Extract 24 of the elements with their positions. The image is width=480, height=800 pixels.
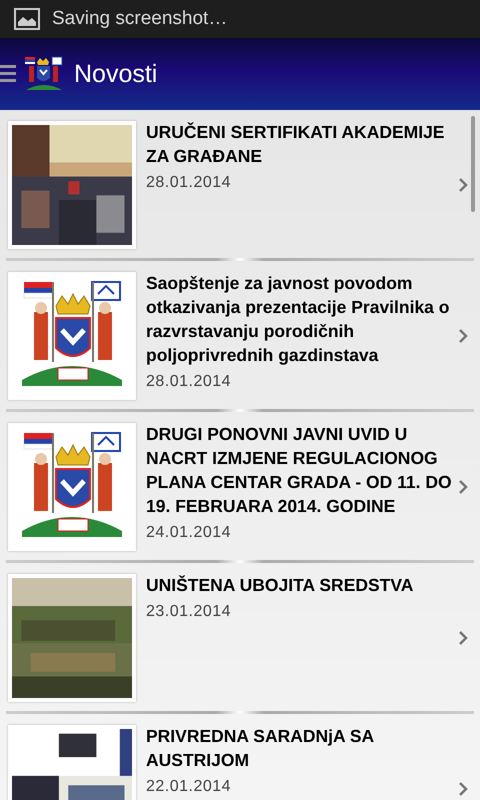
chevron-right-icon: [458, 328, 468, 344]
news-title: Saopštenje za javnost povodom otkazivanja prezentacije Pravilnika o razvrstavanju porodičnih poljoprivrednih gazdinstava: [146, 272, 450, 367]
news-item[interactable]: DRUGI PONOVNI JAVNI UVID U NACRT IZMJENE REGULACIONOG PLANA CENTAR GRADA - OD 11. DO 19. FEBRUARA 2014. GODINE 24.01.2014: [0, 412, 480, 560]
news-date: 28.01.2014: [146, 373, 232, 391]
status-notification: Saving screenshot…: [52, 8, 228, 30]
image-icon: [14, 8, 40, 30]
news-title: URUČENI SERTIFIKATI AKADEMIJE ZA GRAĐANE: [146, 121, 446, 168]
chevron-right-icon: [458, 479, 468, 495]
chevron-right-icon: [458, 781, 468, 797]
screen-title: Novosti: [74, 60, 158, 88]
news-date: 23.01.2014: [146, 603, 232, 621]
menu-icon[interactable]: [0, 63, 16, 85]
news-date: 22.01.2014: [146, 778, 232, 796]
news-date: 24.01.2014: [146, 524, 232, 542]
news-title: UNIŠTENA UBOJITA SREDSTVA: [146, 574, 414, 597]
chevron-right-icon: [458, 177, 468, 193]
news-item[interactable]: PRIVREDNA SARADNjA SA AUSTRIJOM 22.01.2014: [0, 714, 480, 800]
news-title: DRUGI PONOVNI JAVNI UVID U NACRT IZMJENE REGULACIONOG PLANA CENTAR GRADA - OD 11. DO 19. FEBRUARA 2014. GODINE: [146, 423, 453, 518]
news-title: PRIVREDNA SARADNjA SA AUSTRIJOM: [146, 725, 375, 772]
news-item[interactable]: URUČENI SERTIFIKATI AKADEMIJE ZA GRAĐANE 28.01.2014: [0, 110, 480, 258]
news-item[interactable]: Saopštenje za javnost povodom otkazivanja prezentacije Pravilnika o razvrstavanju porodičnih poljoprivrednih gazdinstava 28.01.2014: [0, 261, 480, 409]
news-item[interactable]: UNIŠTENA UBOJITA SREDSTVA 23.01.2014: [0, 563, 480, 711]
news-date: 28.01.2014: [146, 174, 232, 192]
chevron-right-icon: [458, 630, 468, 646]
